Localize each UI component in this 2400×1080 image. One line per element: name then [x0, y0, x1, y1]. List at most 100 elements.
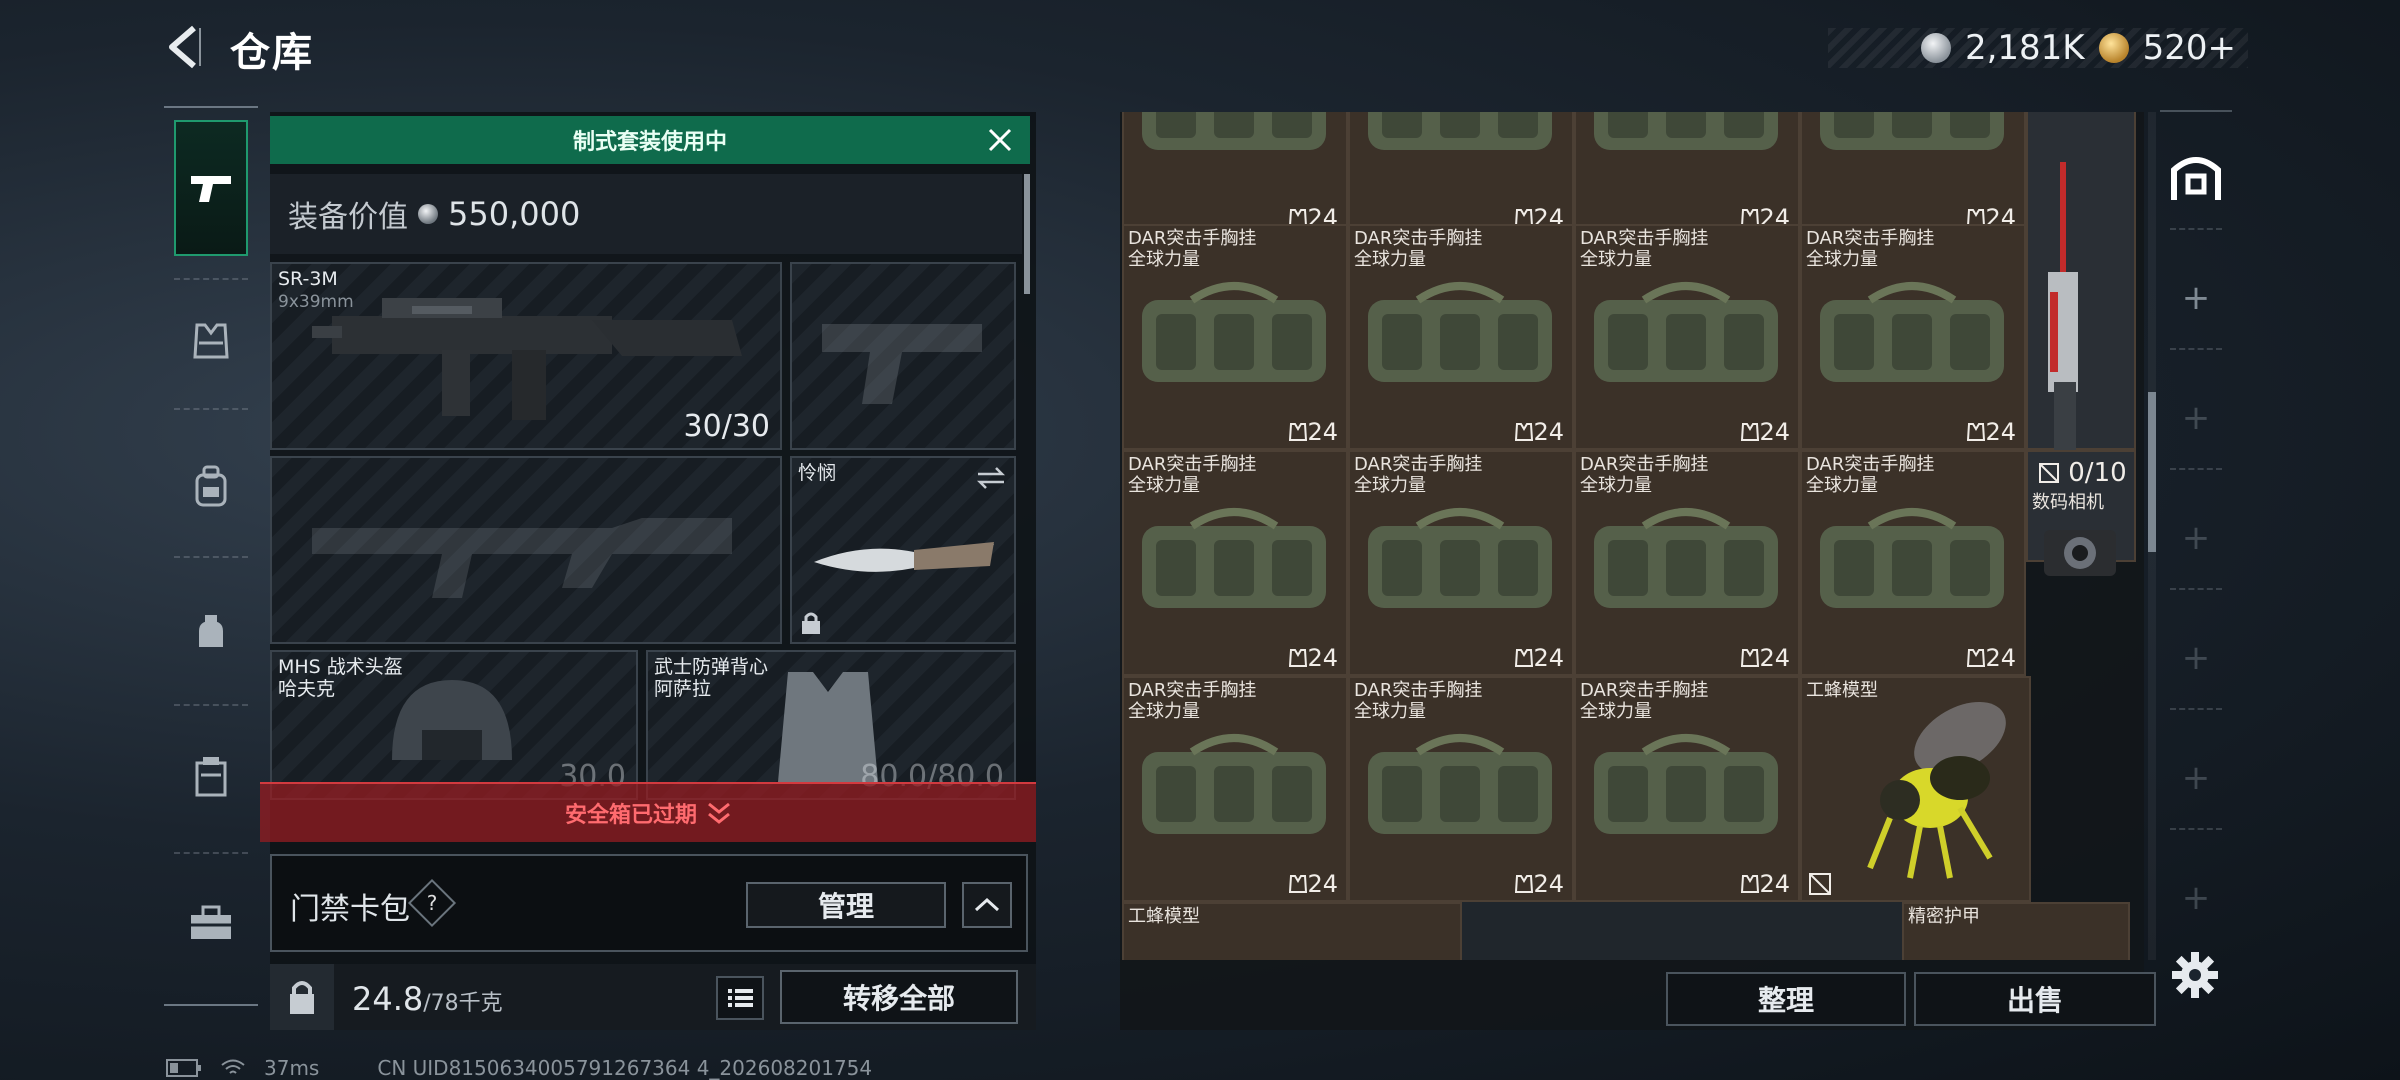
storage-item-chest-rig[interactable]: DAR突击手胸挂 全球力量 24 [1348, 223, 1574, 450]
helmet-slot[interactable]: MHS 战术头盔 哈夫克 30.0 [270, 650, 638, 800]
safe-box-expired-bar[interactable]: 安全箱已过期 [260, 782, 1036, 842]
storage-item-chest-rig[interactable]: DAR突击手胸挂 全球力量 24 [1574, 449, 1800, 676]
nav-toolbox[interactable] [174, 886, 248, 960]
help-icon[interactable]: ? [407, 878, 457, 928]
storage-item-precision-armor[interactable]: 精密护甲 [1902, 901, 2130, 960]
chevron-double-down-icon [708, 802, 730, 824]
add-storage-icon[interactable]: + [2180, 401, 2212, 435]
storage-item-chest-rig[interactable]: DAR突击手胸挂 全球力量 24 [1348, 449, 1574, 676]
secondary-weapon-slot[interactable] [270, 456, 782, 644]
add-storage-icon[interactable]: + [2180, 881, 2212, 915]
add-storage-icon[interactable]: + [2180, 761, 2212, 795]
storage-item-chest-rig[interactable]: 24 [1348, 112, 1574, 236]
helmet-icon [392, 680, 512, 760]
item-name: DAR突击手胸挂 全球力量 [1806, 227, 1935, 270]
collapse-button[interactable] [962, 882, 1012, 928]
right-toolbar: + + + + + + [2160, 110, 2232, 930]
storage-item-chest-rig[interactable]: DAR突击手胸挂 全球力量 24 [1574, 223, 1800, 450]
status-bar: 37ms CN UID8150634005791267364 4_2026082… [166, 1056, 872, 1080]
list-icon [728, 989, 753, 1007]
chest-rig-icon [1142, 112, 1326, 150]
loadout-panel: 制式套装使用中 装备价值 550,000 SR-3M 9x39mm 30/30 [260, 112, 1036, 1030]
vest-icon [1289, 648, 1308, 667]
storage-scroll-thumb[interactable] [2148, 392, 2156, 552]
storage-item-sniper-rifle[interactable] [2026, 112, 2136, 462]
currency-bar: 2,181K 520+ [1828, 28, 2248, 68]
uid: CN UID8150634005791267364 4_202608201754 [377, 1056, 873, 1080]
item-name: 工蜂模型 [1128, 905, 1200, 927]
vest-icon [1967, 648, 1986, 667]
item-name: DAR突击手胸挂 全球力量 [1128, 227, 1257, 270]
item-quantity: 24 [1515, 644, 1564, 672]
item-quantity: 24 [1967, 418, 2016, 446]
vest-icon [1515, 874, 1534, 893]
chest-rig-icon [1142, 507, 1326, 608]
vest-icon [1515, 648, 1534, 667]
storage-item-chest-rig[interactable]: DAR突击手胸挂 全球力量 24 [1800, 449, 2026, 676]
pistol-slot[interactable] [790, 262, 1016, 450]
list-view-button[interactable] [716, 976, 764, 1020]
sell-button[interactable]: 出售 [1914, 972, 2156, 1026]
storage-item-chest-rig[interactable]: DAR突击手胸挂 全球力量 24 [1122, 675, 1348, 902]
item-quantity: 24 [1967, 644, 2016, 672]
vest-icon [1289, 874, 1308, 893]
item-quantity: 24 [1741, 644, 1790, 672]
page-title: 仓库 [230, 30, 314, 76]
weight-value: 24.8/78千克 [352, 980, 503, 1018]
chest-rig-icon [1594, 112, 1778, 150]
add-storage-icon[interactable]: + [2180, 641, 2212, 675]
storage-item-worker-bee-model[interactable]: 工蜂模型 [1122, 901, 1462, 960]
nav-armor[interactable] [174, 740, 248, 814]
keycard-case-row: 门禁卡包 ? 管理 [270, 854, 1028, 952]
storage-item-chest-rig[interactable]: DAR突击手胸挂 全球力量 24 [1800, 223, 2026, 450]
nav-vest[interactable] [174, 304, 248, 378]
add-storage-icon[interactable]: + [2180, 281, 2212, 315]
add-storage-icon[interactable]: + [2180, 521, 2212, 555]
storage-item-worker-bee-model[interactable]: 工蜂模型 [1800, 675, 2031, 902]
empty-slots[interactable] [1462, 901, 1902, 960]
storage-item-chest-rig[interactable]: DAR突击手胸挂 全球力量 24 [1574, 675, 1800, 902]
storage-scrollbar[interactable] [2148, 112, 2156, 960]
chest-rig-icon [1368, 507, 1552, 608]
swap-icon[interactable] [976, 466, 1006, 490]
vest-icon [1289, 422, 1308, 441]
chest-rig-icon [1594, 281, 1778, 382]
body-armor-slot[interactable]: 武士防弹背心 阿萨拉 80.0/80.0 [646, 650, 1016, 800]
item-quantity: 24 [1741, 418, 1790, 446]
storage-item-chest-rig[interactable]: 24 [1800, 112, 2026, 236]
back-arrow-icon[interactable] [160, 22, 210, 72]
chest-rig-icon [1594, 507, 1778, 608]
sort-button[interactable]: 整理 [1666, 972, 1906, 1026]
nav-backpack[interactable] [174, 450, 248, 524]
loadout-scrollbar[interactable] [1024, 174, 1030, 294]
storage-expand-icon[interactable] [2170, 152, 2222, 204]
chest-rig-icon [1820, 112, 2004, 150]
settings-gear-icon[interactable] [2170, 950, 2220, 1000]
storage-item-chest-rig[interactable]: DAR突击手胸挂 全球力量 24 [1122, 223, 1348, 450]
transfer-all-button[interactable]: 转移全部 [780, 970, 1018, 1024]
vest-icon [193, 323, 229, 359]
sniper-rifle-icon [2048, 162, 2078, 462]
keycard-case-label: 门禁卡包 [290, 892, 410, 927]
storage-panel: 24 24 24 24 DAR突击手胸挂 全球力量 24 DAR突击手胸挂 全球力量 [1120, 112, 2156, 1030]
manage-button[interactable]: 管理 [746, 882, 946, 928]
vest-icon [1515, 422, 1534, 441]
ping: 37ms [264, 1056, 320, 1080]
storage-item-chest-rig[interactable]: DAR突击手胸挂 全球力量 24 [1348, 675, 1574, 902]
melee-slot[interactable]: 怜悯 [790, 456, 1016, 644]
primary-weapon-slot[interactable]: SR-3M 9x39mm 30/30 [270, 262, 782, 450]
silver-balance: 2,181K [1964, 28, 2085, 68]
rifle-icon [312, 298, 742, 420]
storage-item-chest-rig[interactable]: 24 [1574, 112, 1800, 236]
storage-item-digital-camera[interactable]: 0/10 数码相机 [2026, 449, 2136, 576]
item-quantity: 24 [1741, 870, 1790, 898]
close-icon[interactable] [986, 126, 1014, 154]
wifi-icon [221, 1059, 245, 1074]
nav-weapons[interactable] [174, 120, 248, 256]
camera-count: 0/10 [2038, 458, 2127, 488]
storage-item-chest-rig[interactable]: 24 [1122, 112, 1348, 236]
nav-pouch[interactable] [174, 596, 248, 670]
item-quantity: 24 [1515, 870, 1564, 898]
storage-item-chest-rig[interactable]: DAR突击手胸挂 全球力量 24 [1122, 449, 1348, 676]
silver-coin-icon [1920, 33, 1951, 63]
